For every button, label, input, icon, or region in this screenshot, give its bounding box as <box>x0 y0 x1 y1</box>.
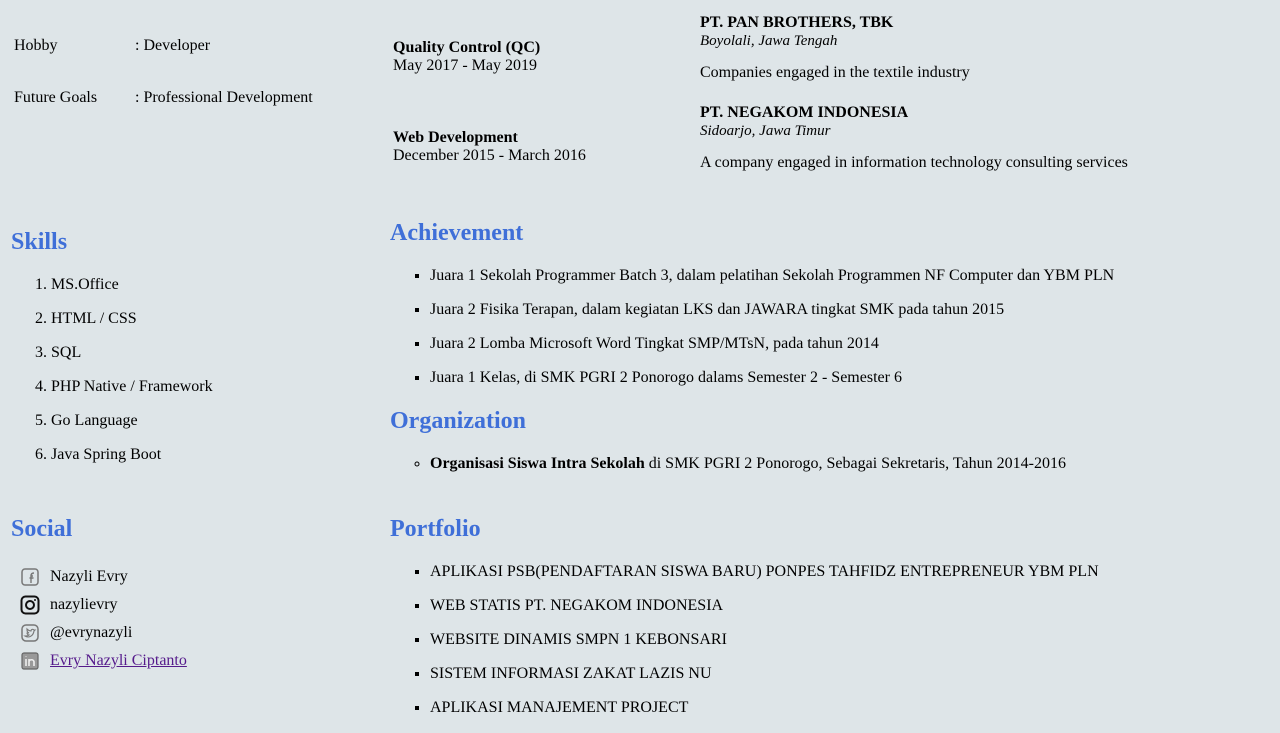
list-item: PHP Native / Framework <box>51 378 213 412</box>
skills-list: MS.Office HTML / CSS SQL PHP Native / Fr… <box>11 276 213 480</box>
company-location: Sidoarjo, Jawa Timur <box>700 123 831 139</box>
list-item: Juara 1 Kelas, di SMK PGRI 2 Ponorogo da… <box>430 369 1114 403</box>
organization-list: Organisasi Siswa Intra Sekolah di SMK PG… <box>390 455 1066 489</box>
achievement-heading: Achievement <box>390 220 524 246</box>
linkedin-link[interactable]: Evry Nazyli Ciptanto <box>50 652 187 670</box>
job-title: Quality Control (QC) <box>393 39 541 56</box>
facebook-icon <box>21 568 39 586</box>
social-twitter: @evrynazyli <box>20 619 132 647</box>
job-period: May 2017 - May 2019 <box>393 57 537 74</box>
list-item: SISTEM INFORMASI ZAKAT LAZIS NU <box>430 665 1099 699</box>
list-item: Organisasi Siswa Intra Sekolah di SMK PG… <box>430 455 1066 489</box>
social-label: @evrynazyli <box>50 624 133 641</box>
social-label: nazylievry <box>50 596 118 613</box>
social-linkedin[interactable]: Evry Nazyli Ciptanto <box>20 647 187 675</box>
company-2: PT. NEGAKOM INDONESIA Sidoarjo, Jawa Timu… <box>700 104 1128 172</box>
org-name: Organisasi Siswa Intra Sekolah <box>430 455 645 472</box>
hobby-row: Hobby : Developer <box>14 37 210 55</box>
value: : Developer <box>135 37 211 54</box>
company-name: PT. PAN BROTHERS, TBK <box>700 14 894 31</box>
list-item: APLIKASI PSB(PENDAFTARAN SISWA BARU) PON… <box>430 563 1099 597</box>
portfolio-heading: Portfolio <box>390 516 481 542</box>
job-title: Web Development <box>393 129 518 146</box>
list-item: APLIKASI MANAJEMENT PROJECT <box>430 699 1099 733</box>
twitter-icon <box>21 624 39 642</box>
job-web: Web Development December 2015 - March 201… <box>393 129 586 165</box>
company-desc: Companies engaged in the textile industr… <box>700 64 970 81</box>
list-item: HTML / CSS <box>51 310 213 344</box>
portfolio-list: APLIKASI PSB(PENDAFTARAN SISWA BARU) PON… <box>390 563 1099 733</box>
company-1: PT. PAN BROTHERS, TBK Boyolali, Jawa Teng… <box>700 14 970 82</box>
company-desc: A company engaged in information technol… <box>700 154 1128 171</box>
linkedin-icon <box>21 652 39 670</box>
list-item: WEB STATIS PT. NEGAKOM INDONESIA <box>430 597 1099 631</box>
list-item: MS.Office <box>51 276 213 310</box>
organization-heading: Organization <box>390 408 526 434</box>
value: : Professional Development <box>135 89 313 106</box>
social-instagram: nazylievry <box>20 591 118 619</box>
list-item: Java Spring Boot <box>51 446 213 480</box>
list-item: WEBSITE DINAMIS SMPN 1 KEBONSARI <box>430 631 1099 665</box>
label: Future Goals <box>14 89 98 106</box>
org-detail: di SMK PGRI 2 Ponorogo, Sebagai Sekretar… <box>644 455 1066 472</box>
achievement-list: Juara 1 Sekolah Programmer Batch 3, dala… <box>390 267 1114 403</box>
list-item: Juara 2 Lomba Microsoft Word Tingkat SMP… <box>430 335 1114 369</box>
list-item: Go Language <box>51 412 213 446</box>
list-item: Juara 1 Sekolah Programmer Batch 3, dala… <box>430 267 1114 301</box>
social-heading: Social <box>11 516 73 542</box>
instagram-icon <box>20 595 40 615</box>
list-item: SQL <box>51 344 213 378</box>
job-period: December 2015 - March 2016 <box>393 147 586 164</box>
label: Hobby <box>14 37 58 54</box>
skills-heading: Skills <box>11 229 68 255</box>
social-label: Nazyli Evry <box>50 568 128 585</box>
job-qc: Quality Control (QC) May 2017 - May 2019 <box>393 39 540 75</box>
goals-row: Future Goals : Professional Development <box>14 89 313 107</box>
company-name: PT. NEGAKOM INDONESIA <box>700 104 909 121</box>
company-location: Boyolali, Jawa Tengah <box>700 33 838 49</box>
list-item: Juara 2 Fisika Terapan, dalam kegiatan L… <box>430 301 1114 335</box>
social-facebook: Nazyli Evry <box>20 563 128 591</box>
